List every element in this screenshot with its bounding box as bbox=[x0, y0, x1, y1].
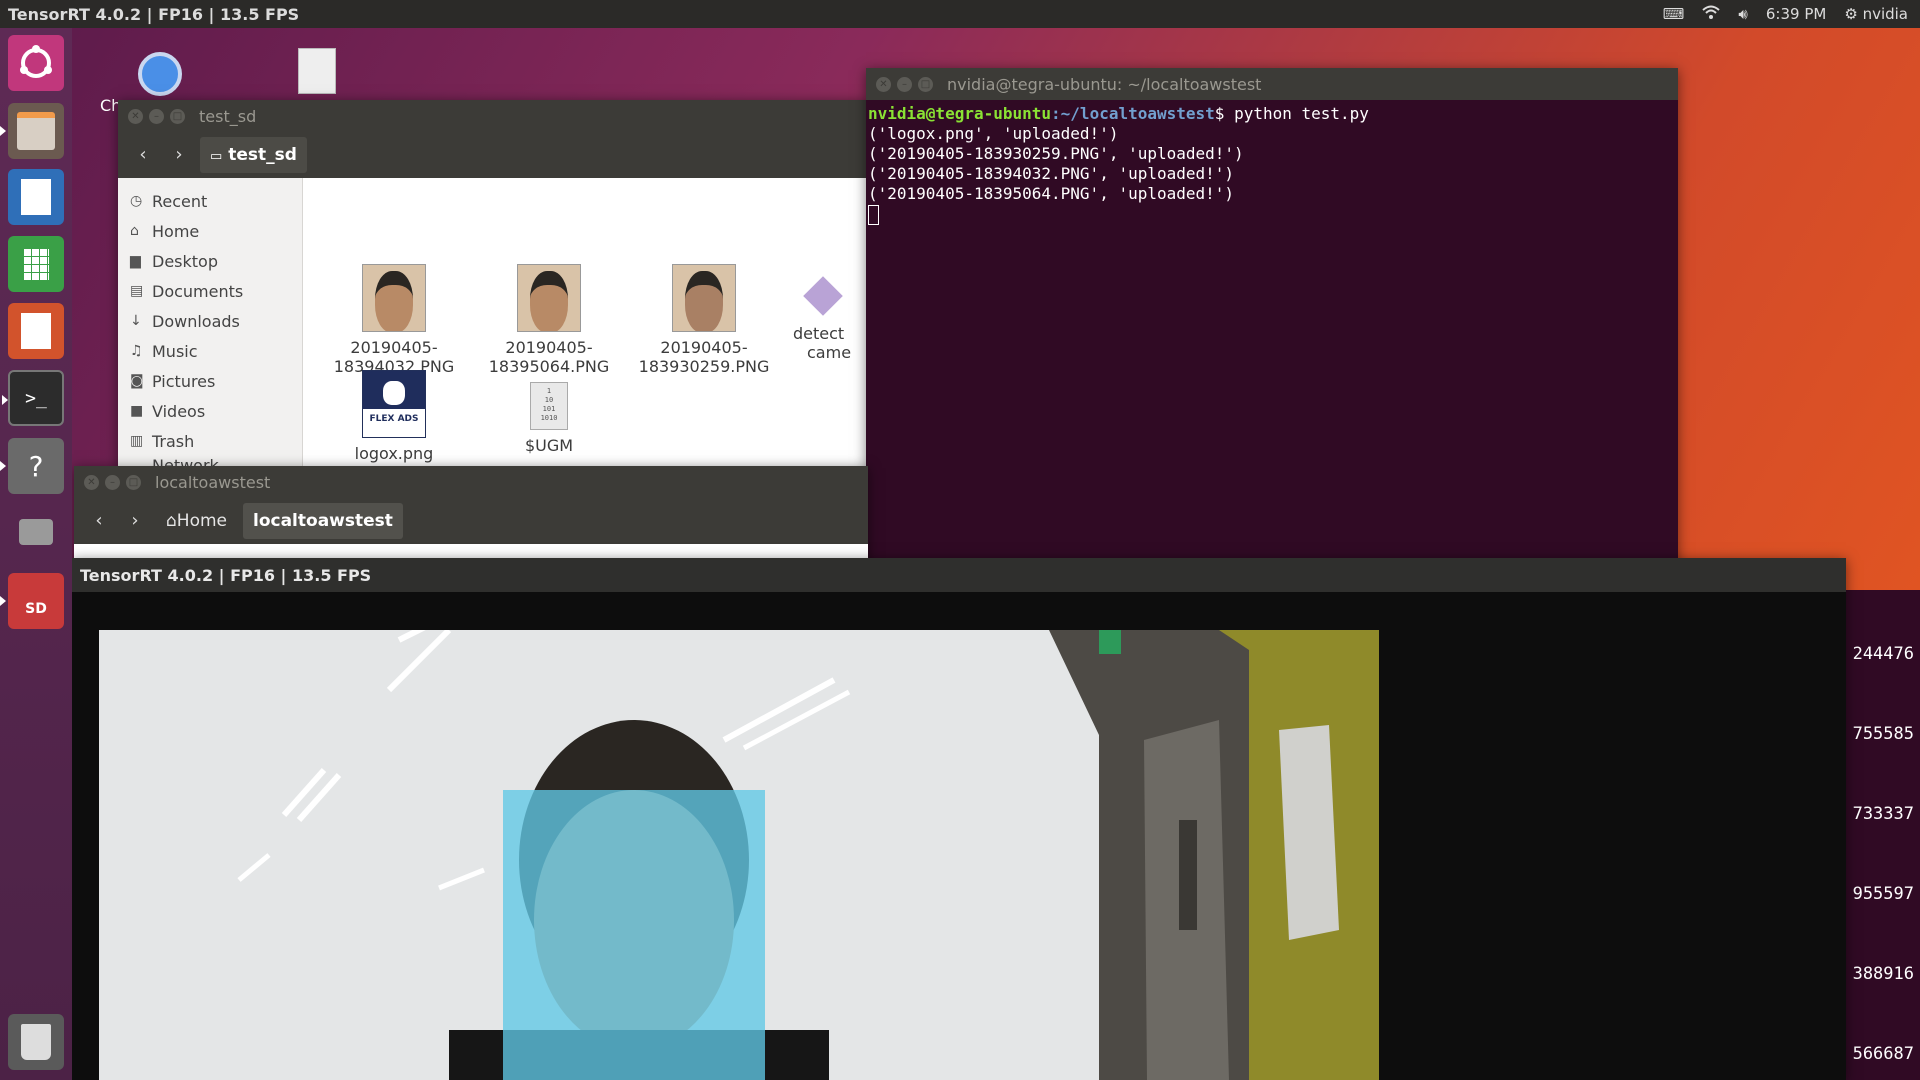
home-icon: ⌂ bbox=[166, 511, 177, 531]
chevron-left-icon: ‹ bbox=[95, 510, 103, 531]
terminal-cursor bbox=[868, 204, 879, 225]
sidebar-item-downloads[interactable]: ↓ Downloads bbox=[118, 306, 302, 336]
files-grid: 20190405- 18394032.PNG 20190405- 1839506… bbox=[303, 178, 868, 470]
sidebar-item-desktop[interactable]: ▆ Desktop bbox=[118, 246, 302, 276]
sidebar-item-documents[interactable]: ▤ Documents bbox=[118, 276, 302, 306]
terminal-title: nvidia@tegra-ubuntu: ~/localtoawstest bbox=[947, 74, 1262, 94]
wifi-icon[interactable] bbox=[1702, 5, 1721, 23]
chevron-right-icon: › bbox=[131, 510, 139, 531]
music-icon: ♫ bbox=[130, 343, 143, 359]
home-icon: ⌂ bbox=[130, 223, 139, 239]
chromium-desktop-icon[interactable] bbox=[138, 52, 182, 96]
minimize-icon[interactable]: – bbox=[149, 108, 164, 124]
files-toolbar: ‹ › ▭ test_sd bbox=[118, 132, 868, 178]
minimize-icon[interactable]: – bbox=[897, 76, 912, 92]
file-item[interactable]: 20190405- 183930259.PNG bbox=[629, 264, 779, 376]
back-button[interactable]: ‹ bbox=[84, 505, 114, 537]
camera-feed bbox=[99, 630, 1379, 1080]
breadcrumb-test-sd[interactable]: ▭ test_sd bbox=[200, 137, 307, 173]
document-desktop-icon[interactable] bbox=[298, 48, 336, 94]
terminal-line: ('20190405-183930259.PNG', 'uploaded!') bbox=[868, 144, 1244, 163]
folder-icon: ▆ bbox=[130, 253, 141, 269]
impress-icon[interactable] bbox=[8, 303, 64, 359]
ubuntu-logo-icon[interactable] bbox=[8, 35, 64, 91]
help-icon[interactable]: ? bbox=[0, 438, 64, 494]
face-thumbnail bbox=[362, 264, 426, 332]
calc-icon[interactable] bbox=[8, 236, 64, 292]
face-detection-box bbox=[503, 790, 765, 1080]
sd-card-icon[interactable]: SD bbox=[0, 573, 64, 629]
volume-icon[interactable]: 🔊︎ bbox=[1738, 5, 1747, 23]
terminal-line: ('logox.png', 'uploaded!') bbox=[868, 124, 1119, 143]
files-window-test-sd: ✕ – □ test_sd ‹ › ▭ test_sd ◷ Recent ⌂ Hom… bbox=[118, 100, 868, 470]
tensorrt-title: TensorRT 4.0.2 | FP16 | 13.5 FPS bbox=[72, 558, 1846, 592]
document-icon: ▤ bbox=[130, 283, 144, 299]
drive-icon: ▭ bbox=[210, 149, 223, 164]
terminal-output[interactable]: nvidia@tegra-ubuntu:~/localtoawstest$ py… bbox=[866, 100, 1678, 229]
sidebar-item-recent[interactable]: ◷ Recent bbox=[118, 186, 302, 216]
clock[interactable]: 6:39 PM bbox=[1766, 5, 1826, 23]
maximize-icon[interactable]: □ bbox=[170, 108, 185, 124]
sd-label: SD bbox=[25, 601, 47, 617]
file-item[interactable]: detect came bbox=[779, 264, 859, 362]
close-icon[interactable]: ✕ bbox=[128, 108, 143, 124]
local-toolbar: ‹ › ⌂Home localtoawstest bbox=[74, 498, 868, 544]
trash-icon[interactable] bbox=[8, 1014, 64, 1070]
sidebar-item-music[interactable]: ♫ Music bbox=[118, 336, 302, 366]
film-icon: ■ bbox=[130, 403, 144, 419]
script-icon bbox=[803, 276, 843, 316]
writer-icon[interactable] bbox=[8, 169, 64, 225]
files-titlebar: ✕ – □ test_sd bbox=[118, 100, 868, 132]
sidebar-item-trash[interactable]: ▥ Trash bbox=[118, 426, 302, 456]
forward-button[interactable]: › bbox=[120, 505, 150, 537]
breadcrumb-home[interactable]: ⌂Home bbox=[156, 503, 237, 539]
tensorrt-window: TensorRT 4.0.2 | FP16 | 13.5 FPS bbox=[72, 558, 1846, 1080]
forward-button[interactable]: › bbox=[164, 139, 194, 171]
sidebar-item-videos[interactable]: ■ Videos bbox=[118, 396, 302, 426]
camera-icon[interactable] bbox=[8, 504, 64, 560]
chevron-left-icon: ‹ bbox=[139, 144, 147, 165]
trash-small-icon: ▥ bbox=[130, 433, 144, 449]
file-item[interactable]: 20190405- 18395064.PNG bbox=[474, 264, 624, 376]
maximize-icon[interactable]: □ bbox=[918, 76, 933, 92]
files-sidebar: ◷ Recent ⌂ Home ▆ Desktop ▤ Documents ↓ Downl… bbox=[118, 178, 303, 470]
top-panel: TensorRT 4.0.2 | FP16 | 13.5 FPS ⌨ 🔊︎ 6:… bbox=[0, 0, 1920, 28]
panel-window-title: TensorRT 4.0.2 | FP16 | 13.5 FPS bbox=[8, 4, 300, 24]
files-window-title: test_sd bbox=[199, 106, 257, 126]
camera-small-icon: ◙ bbox=[130, 373, 144, 389]
local-titlebar: ✕ – □ localtoawstest bbox=[74, 466, 868, 498]
local-window-title: localtoawstest bbox=[155, 472, 271, 492]
terminal-icon[interactable]: >_ bbox=[2, 370, 64, 426]
files-icon[interactable] bbox=[0, 103, 64, 159]
user-name: nvidia bbox=[1862, 5, 1908, 23]
sidebar-item-home[interactable]: ⌂ Home bbox=[118, 216, 302, 246]
file-item[interactable]: 20190405- 18394032.PNG bbox=[319, 264, 469, 376]
clock-icon: ◷ bbox=[130, 193, 143, 209]
face-thumbnail bbox=[672, 264, 736, 332]
launcher: >_ ? SD bbox=[0, 28, 72, 1080]
terminal-prompt-line: nvidia@tegra-ubuntu:~/localtoawstest$ py… bbox=[868, 104, 1369, 123]
file-item[interactable]: 1 10 101 1010 $UGM bbox=[474, 370, 624, 455]
session-menu[interactable]: ⚙ nvidia bbox=[1844, 5, 1908, 23]
close-icon[interactable]: ✕ bbox=[876, 76, 891, 92]
terminal-line: ('20190405-18395064.PNG', 'uploaded!') bbox=[868, 184, 1235, 203]
face-thumbnail bbox=[517, 264, 581, 332]
back-button[interactable]: ‹ bbox=[128, 139, 158, 171]
maximize-icon[interactable]: □ bbox=[126, 474, 141, 490]
terminal-window: ✕ – □ nvidia@tegra-ubuntu: ~/localtoawst… bbox=[866, 68, 1678, 568]
minimize-icon[interactable]: – bbox=[105, 474, 120, 490]
terminal-line: ('20190405-18394032.PNG', 'uploaded!') bbox=[868, 164, 1235, 183]
close-icon[interactable]: ✕ bbox=[84, 474, 99, 490]
keyboard-icon[interactable]: ⌨ bbox=[1663, 5, 1685, 23]
terminal-titlebar: ✕ – □ nvidia@tegra-ubuntu: ~/localtoawst… bbox=[866, 68, 1678, 100]
chevron-right-icon: › bbox=[175, 144, 183, 165]
gear-icon: ⚙ bbox=[1844, 5, 1858, 23]
sidebar-item-pictures[interactable]: ◙ Pictures bbox=[118, 366, 302, 396]
background-terminal-numbers: 244476 755585 733337 955597 388916 56668… bbox=[1840, 590, 1920, 1080]
file-item[interactable]: FLEX ADS logox.png bbox=[319, 370, 469, 463]
binary-file-icon: 1 10 101 1010 bbox=[530, 382, 568, 430]
download-icon: ↓ bbox=[130, 313, 142, 329]
breadcrumb-localtoawstest[interactable]: localtoawstest bbox=[243, 503, 403, 539]
logo-thumbnail: FLEX ADS bbox=[362, 370, 426, 438]
